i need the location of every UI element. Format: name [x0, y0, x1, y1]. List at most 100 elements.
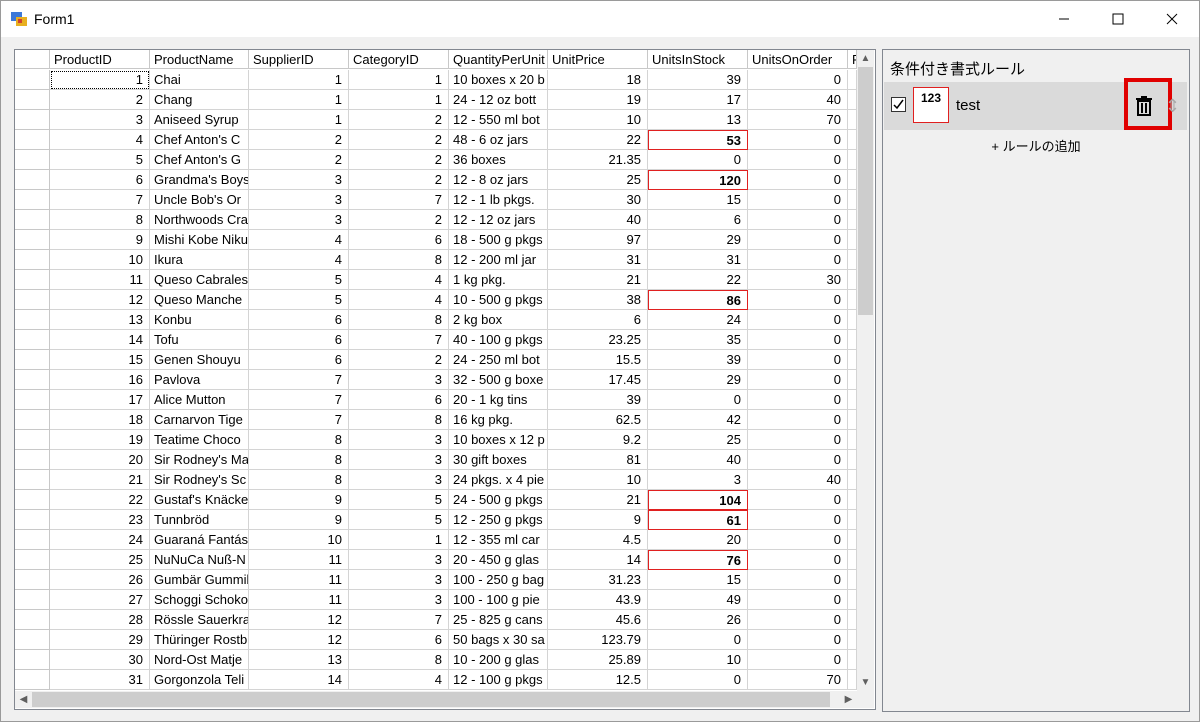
table-cell[interactable]: 25	[548, 170, 648, 190]
row-header[interactable]	[15, 190, 50, 210]
row-header[interactable]	[15, 390, 50, 410]
table-cell[interactable]	[848, 550, 857, 570]
table-cell[interactable]: 30 gift boxes	[449, 450, 548, 470]
table-cell[interactable]	[848, 470, 857, 490]
table-cell[interactable]: Tofu	[150, 330, 249, 350]
table-row[interactable]: 25 NuNuCa Nuß-N 11 3 20 - 450 g glas 14 76 0	[15, 550, 857, 570]
format-rule-item[interactable]: 123 test ⇕	[884, 78, 1187, 130]
table-cell[interactable]: 15	[50, 350, 150, 370]
vertical-scrollbar[interactable]: ▲ ▼	[857, 50, 874, 691]
table-cell[interactable]: 10 boxes x 12 p	[449, 430, 548, 450]
table-cell[interactable]	[848, 570, 857, 590]
table-cell[interactable]: 7	[249, 410, 349, 430]
table-row[interactable]: 19 Teatime Choco 8 3 10 boxes x 12 p 9.2 25 0	[15, 430, 857, 450]
row-header[interactable]	[15, 170, 50, 190]
table-cell[interactable]: 86	[648, 290, 748, 310]
table-cell[interactable]: 27	[50, 590, 150, 610]
row-header[interactable]	[15, 590, 50, 610]
table-cell[interactable]: 11	[249, 570, 349, 590]
table-cell[interactable]: 20 - 450 g glas	[449, 550, 548, 570]
table-cell[interactable]: 19	[50, 430, 150, 450]
table-cell[interactable]: 62.5	[548, 410, 648, 430]
table-row[interactable]: 10 Ikura 4 8 12 - 200 ml jar 31 31 0	[15, 250, 857, 270]
table-cell[interactable]: 8	[249, 470, 349, 490]
table-row[interactable]: 7 Uncle Bob's Or 3 7 12 - 1 lb pkgs. 30 15 0	[15, 190, 857, 210]
table-cell[interactable]: 24 - 12 oz bott	[449, 90, 548, 110]
table-cell[interactable]	[848, 170, 857, 190]
row-header[interactable]	[15, 430, 50, 450]
table-cell[interactable]: Uncle Bob's Or	[150, 190, 249, 210]
column-header[interactable]: UnitsInStock	[648, 50, 748, 69]
table-cell[interactable]	[848, 130, 857, 150]
table-cell[interactable]: 26	[50, 570, 150, 590]
table-cell[interactable]: 40	[748, 90, 848, 110]
table-cell[interactable]: 17	[50, 390, 150, 410]
table-cell[interactable]: 6	[548, 310, 648, 330]
table-cell[interactable]: 1	[50, 70, 150, 90]
table-cell[interactable]	[848, 150, 857, 170]
table-row[interactable]: 28 Rössle Sauerkra 12 7 25 - 825 g cans 45.6 2…	[15, 610, 857, 630]
table-cell[interactable]: 53	[648, 130, 748, 150]
table-cell[interactable]: 2	[50, 90, 150, 110]
table-cell[interactable]: 4.5	[548, 530, 648, 550]
table-cell[interactable]: 0	[748, 550, 848, 570]
table-cell[interactable]: 10 boxes x 20 b	[449, 70, 548, 90]
table-cell[interactable]: 24	[648, 310, 748, 330]
table-cell[interactable]: 8	[349, 310, 449, 330]
table-cell[interactable]: Guaraná Fantás	[150, 530, 249, 550]
table-cell[interactable]: 61	[648, 510, 748, 530]
table-cell[interactable]: 25.89	[548, 650, 648, 670]
table-cell[interactable]: 9	[50, 230, 150, 250]
table-cell[interactable]: 0	[748, 210, 848, 230]
row-header[interactable]	[15, 310, 50, 330]
table-cell[interactable]: Tunnbröd	[150, 510, 249, 530]
table-row[interactable]: 4 Chef Anton's C 2 2 48 - 6 oz jars 22 53 0	[15, 130, 857, 150]
table-cell[interactable]: 70	[748, 110, 848, 130]
table-cell[interactable]: Sir Rodney's Sc	[150, 470, 249, 490]
table-cell[interactable]: 17	[648, 90, 748, 110]
table-cell[interactable]: 10 - 500 g pkgs	[449, 290, 548, 310]
table-cell[interactable]: 30	[50, 650, 150, 670]
table-cell[interactable]: 22	[548, 130, 648, 150]
table-cell[interactable]: Konbu	[150, 310, 249, 330]
maximize-button[interactable]	[1091, 1, 1145, 37]
table-cell[interactable]: 0	[748, 150, 848, 170]
table-cell[interactable]: 22	[648, 270, 748, 290]
table-cell[interactable]: Thüringer Rostb	[150, 630, 249, 650]
table-cell[interactable]	[848, 290, 857, 310]
table-cell[interactable]	[848, 230, 857, 250]
table-cell[interactable]: 7	[349, 190, 449, 210]
table-cell[interactable]: 40 - 100 g pkgs	[449, 330, 548, 350]
row-header[interactable]	[15, 90, 50, 110]
table-cell[interactable]: 18	[50, 410, 150, 430]
table-cell[interactable]: Gustaf's Knäcke	[150, 490, 249, 510]
table-cell[interactable]: 0	[748, 630, 848, 650]
row-header[interactable]	[15, 290, 50, 310]
row-header[interactable]	[15, 510, 50, 530]
table-cell[interactable]: 2	[349, 150, 449, 170]
row-header[interactable]	[15, 210, 50, 230]
table-cell[interactable]: 21	[548, 490, 648, 510]
table-cell[interactable]: 40	[548, 210, 648, 230]
table-cell[interactable]: 12	[249, 630, 349, 650]
table-cell[interactable]: 35	[648, 330, 748, 350]
table-cell[interactable]	[848, 270, 857, 290]
row-header[interactable]	[15, 370, 50, 390]
trash-icon[interactable]	[1132, 94, 1156, 118]
table-cell[interactable]: 39	[548, 390, 648, 410]
table-row[interactable]: 16 Pavlova 7 3 32 - 500 g boxe 17.45 29 0	[15, 370, 857, 390]
table-cell[interactable]	[848, 90, 857, 110]
table-cell[interactable]	[848, 210, 857, 230]
table-cell[interactable]: 20 - 1 kg tins	[449, 390, 548, 410]
row-header[interactable]	[15, 550, 50, 570]
table-cell[interactable]: Queso Manche	[150, 290, 249, 310]
table-cell[interactable]: 2	[249, 130, 349, 150]
table-cell[interactable]: Mishi Kobe Niku	[150, 230, 249, 250]
table-cell[interactable]: 0	[748, 590, 848, 610]
table-cell[interactable]: 42	[648, 410, 748, 430]
table-cell[interactable]: 6	[349, 230, 449, 250]
table-cell[interactable]: 0	[748, 510, 848, 530]
row-header[interactable]	[15, 70, 50, 90]
table-cell[interactable]: 40	[648, 450, 748, 470]
row-header[interactable]	[15, 270, 50, 290]
